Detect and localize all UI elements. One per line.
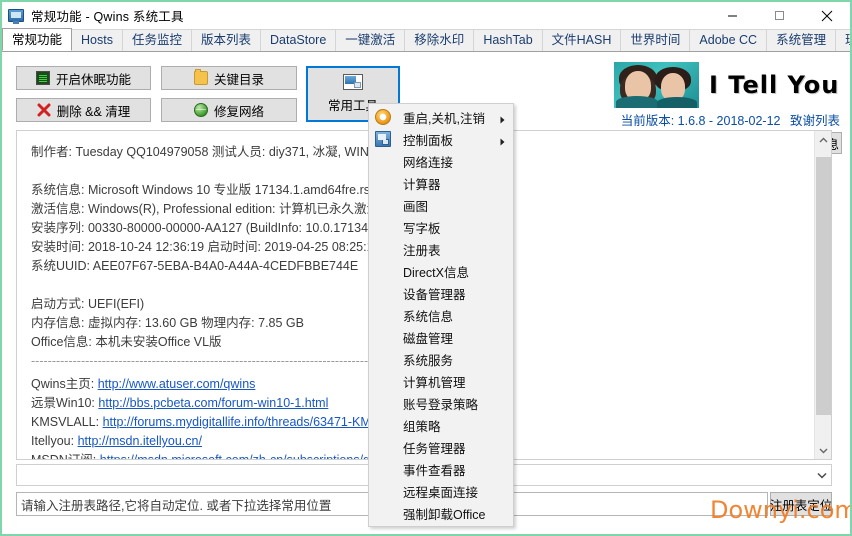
registry-locate-button[interactable]: 注册表定位	[770, 492, 832, 516]
minimize-button[interactable]	[709, 2, 756, 29]
tab-version-list[interactable]: 版本列表	[191, 29, 261, 51]
control-panel-icon	[375, 131, 391, 147]
link-url[interactable]: http://www.atuser.com/qwins	[98, 377, 256, 391]
scroll-down-icon[interactable]	[815, 442, 832, 459]
repair-network-label: 修复网络	[214, 101, 264, 120]
hibernate-button[interactable]: 开启休眠功能	[16, 66, 151, 90]
scroll-up-icon[interactable]	[815, 131, 832, 148]
menu-item-task-manager[interactable]: 任务管理器	[369, 436, 513, 458]
menu-item-system-info[interactable]: 系统信息	[369, 304, 513, 326]
menu-item-network-connections[interactable]: 网络连接	[369, 150, 513, 172]
link-label: MSDN订阅:	[31, 453, 96, 459]
close-button[interactable]	[803, 2, 850, 29]
submenu-arrow-icon	[500, 113, 505, 127]
menu-item-registry-editor[interactable]: 注册表	[369, 238, 513, 260]
tab-hosts[interactable]: Hosts	[71, 29, 123, 51]
menu-item-group-policy[interactable]: 组策略	[369, 414, 513, 436]
version-text: 当前版本: 1.6.8 - 2018-02-12	[621, 114, 781, 128]
link-url[interactable]: http://msdn.itellyou.cn/	[78, 434, 202, 448]
tab-system-management[interactable]: 系统管理	[766, 29, 836, 51]
menu-item-remote-desktop[interactable]: 远程桌面连接	[369, 480, 513, 502]
delete-clean-button[interactable]: 删除 && 清理	[16, 98, 151, 122]
tab-finance-loan[interactable]: 理财/贷款	[835, 29, 852, 51]
computer-icon	[8, 8, 24, 24]
menu-item-computer-management[interactable]: 计算机管理	[369, 370, 513, 392]
link-url[interactable]: http://bbs.pcbeta.com/forum-win10-1.html	[98, 396, 328, 410]
menu-item-directx-info[interactable]: DirectX信息	[369, 260, 513, 282]
hibernate-label: 开启休眠功能	[56, 69, 131, 88]
tab-remove-watermark[interactable]: 移除水印	[404, 29, 474, 51]
common-tools-context-menu: 重启,关机,注销 控制面板 网络连接 计算器 画图 写字板 注册表 Direct…	[368, 103, 514, 527]
tab-one-key-activate[interactable]: 一键激活	[335, 29, 405, 51]
textarea-scrollbar[interactable]	[814, 131, 831, 459]
banner-photo	[614, 62, 699, 108]
tab-task-monitor[interactable]: 任务监控	[122, 29, 192, 51]
chevron-down-icon[interactable]	[812, 465, 831, 485]
link-label: KMSVLALL:	[31, 415, 99, 429]
repair-network-button[interactable]: 修复网络	[161, 98, 297, 122]
tools-icon	[343, 74, 363, 90]
folder-icon	[194, 71, 208, 85]
power-icon	[375, 109, 391, 125]
link-label: Qwins主页:	[31, 377, 94, 391]
submenu-arrow-icon	[500, 135, 505, 149]
tab-datastore[interactable]: DataStore	[260, 29, 336, 51]
tab-world-time[interactable]: 世界时间	[620, 29, 690, 51]
banner-title: I Tell You	[709, 71, 839, 99]
tab-bar: 常规功能 Hosts 任务监控 版本列表 DataStore 一键激活 移除水印…	[2, 29, 850, 52]
thanks-list-link[interactable]: 致谢列表	[790, 114, 840, 128]
hibernate-icon	[36, 71, 50, 85]
menu-item-disk-management[interactable]: 磁盘管理	[369, 326, 513, 348]
menu-item-device-manager[interactable]: 设备管理器	[369, 282, 513, 304]
menu-item-wordpad[interactable]: 写字板	[369, 216, 513, 238]
tab-hashtab[interactable]: HashTab	[473, 29, 542, 51]
window-title: 常规功能 - Qwins 系统工具	[31, 6, 184, 25]
key-directories-label: 关键目录	[214, 69, 264, 88]
brand-banner: I Tell You	[614, 62, 842, 108]
link-label: 远景Win10:	[31, 396, 95, 410]
application-window: 常规功能 - Qwins 系统工具 常规功能 Hosts 任务监控 版本列表 D…	[0, 0, 852, 536]
red-x-icon	[37, 103, 51, 117]
version-info: 当前版本: 1.6.8 - 2018-02-12 致谢列表	[621, 110, 840, 129]
link-label: Itellyou:	[31, 434, 74, 448]
tab-adobe-cc[interactable]: Adobe CC	[689, 29, 767, 51]
menu-item-restart-shutdown-logout[interactable]: 重启,关机,注销	[369, 106, 513, 128]
window-controls	[709, 2, 850, 29]
globe-icon	[194, 103, 208, 117]
menu-item-force-uninstall-office[interactable]: 强制卸载Office	[369, 502, 513, 524]
tab-file-hash[interactable]: 文件HASH	[542, 29, 622, 51]
tab-general[interactable]: 常规功能	[2, 28, 72, 51]
menu-item-label: 控制面板	[403, 130, 453, 149]
menu-item-account-login-policy[interactable]: 账号登录策略	[369, 392, 513, 414]
title-bar: 常规功能 - Qwins 系统工具	[2, 2, 850, 30]
key-directories-button[interactable]: 关键目录	[161, 66, 297, 90]
menu-item-control-panel[interactable]: 控制面板	[369, 128, 513, 150]
menu-item-event-viewer[interactable]: 事件查看器	[369, 458, 513, 480]
menu-item-paint[interactable]: 画图	[369, 194, 513, 216]
delete-clean-label: 删除 && 清理	[57, 101, 131, 120]
menu-item-label: 重启,关机,注销	[403, 108, 485, 127]
menu-item-calculator[interactable]: 计算器	[369, 172, 513, 194]
menu-item-system-services[interactable]: 系统服务	[369, 348, 513, 370]
scroll-thumb[interactable]	[816, 157, 831, 415]
maximize-button[interactable]	[756, 2, 803, 29]
